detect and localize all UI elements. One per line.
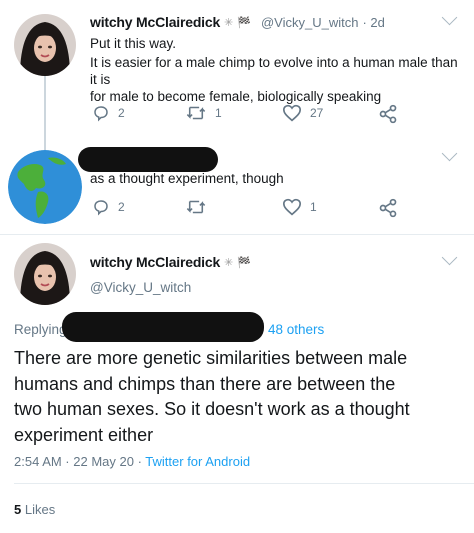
replying-to-others[interactable]: 48 others	[268, 322, 324, 337]
tweet-text-line: It is easier for a male chimp to evolve …	[90, 55, 458, 87]
retweet-button[interactable]	[185, 198, 215, 216]
tweet-text-line: Put it this way.	[90, 36, 177, 51]
author-name[interactable]: witchy McClairedick	[90, 14, 220, 30]
chevron-down-icon[interactable]	[441, 145, 458, 162]
reply-button[interactable]: 2	[92, 198, 125, 216]
tweet-text: as a thought experiment, though	[90, 171, 284, 186]
retweet-count: 1	[215, 106, 222, 120]
main-tweet-text-line: humans and chimps than there are between…	[14, 373, 396, 394]
retweet-icon	[186, 200, 206, 214]
tweet-timestamp: 2:54 AM · 22 May 20 ·	[14, 454, 142, 469]
tweet-source-link[interactable]: Twitter for Android	[145, 454, 250, 469]
redacted-name	[78, 147, 218, 172]
main-tweet-text-line: two human sexes. So it doesn't work as a…	[14, 399, 410, 419]
like-button[interactable]: 27	[282, 104, 323, 122]
like-button[interactable]: 1	[282, 198, 317, 216]
author-handle[interactable]: @Vicky_U_witch	[90, 280, 191, 295]
likes-count: 5	[14, 502, 22, 517]
likes-label: Likes	[24, 502, 56, 517]
share-icon	[379, 198, 397, 218]
spiderweb-icon: ✳	[224, 16, 234, 29]
redacted-mentions	[62, 312, 264, 342]
flag-icon: 🏁	[237, 16, 251, 29]
likes-stat[interactable]: 5 Likes	[14, 502, 55, 517]
tweet-time[interactable]: · 2d	[362, 15, 384, 30]
avatar[interactable]	[14, 243, 76, 305]
chevron-down-icon[interactable]	[441, 9, 458, 26]
divider	[14, 483, 474, 484]
like-count: 1	[310, 200, 317, 214]
heart-icon	[282, 104, 302, 122]
chevron-down-icon[interactable]	[441, 249, 458, 266]
tweet-text-line: for male to become female, biologically …	[90, 89, 382, 104]
reply-button[interactable]: 2	[92, 104, 125, 122]
author-name[interactable]: witchy McClairedick	[90, 254, 220, 270]
retweet-button[interactable]: 1	[185, 104, 222, 122]
flag-icon: 🏁	[237, 256, 251, 269]
avatar[interactable]	[14, 14, 76, 76]
reply-icon	[94, 200, 108, 216]
avatar[interactable]	[8, 150, 82, 224]
main-tweet-text-line: There are more genetic similarities betw…	[14, 348, 408, 368]
spiderweb-icon: ✳	[224, 256, 234, 269]
reply-count: 2	[118, 106, 125, 120]
reply-icon	[94, 106, 108, 122]
reply-count: 2	[118, 200, 125, 214]
share-icon	[379, 104, 397, 124]
share-button[interactable]	[378, 104, 398, 129]
replying-to-label: Replying	[14, 322, 67, 337]
divider	[0, 234, 474, 235]
like-count: 27	[310, 106, 324, 120]
main-tweet-text-line: experiment either	[14, 424, 154, 445]
author-handle[interactable]: @Vicky_U_witch	[261, 15, 359, 30]
retweet-icon	[186, 106, 206, 120]
share-button[interactable]	[378, 198, 398, 223]
heart-icon	[282, 198, 302, 216]
thread-line	[44, 76, 46, 150]
